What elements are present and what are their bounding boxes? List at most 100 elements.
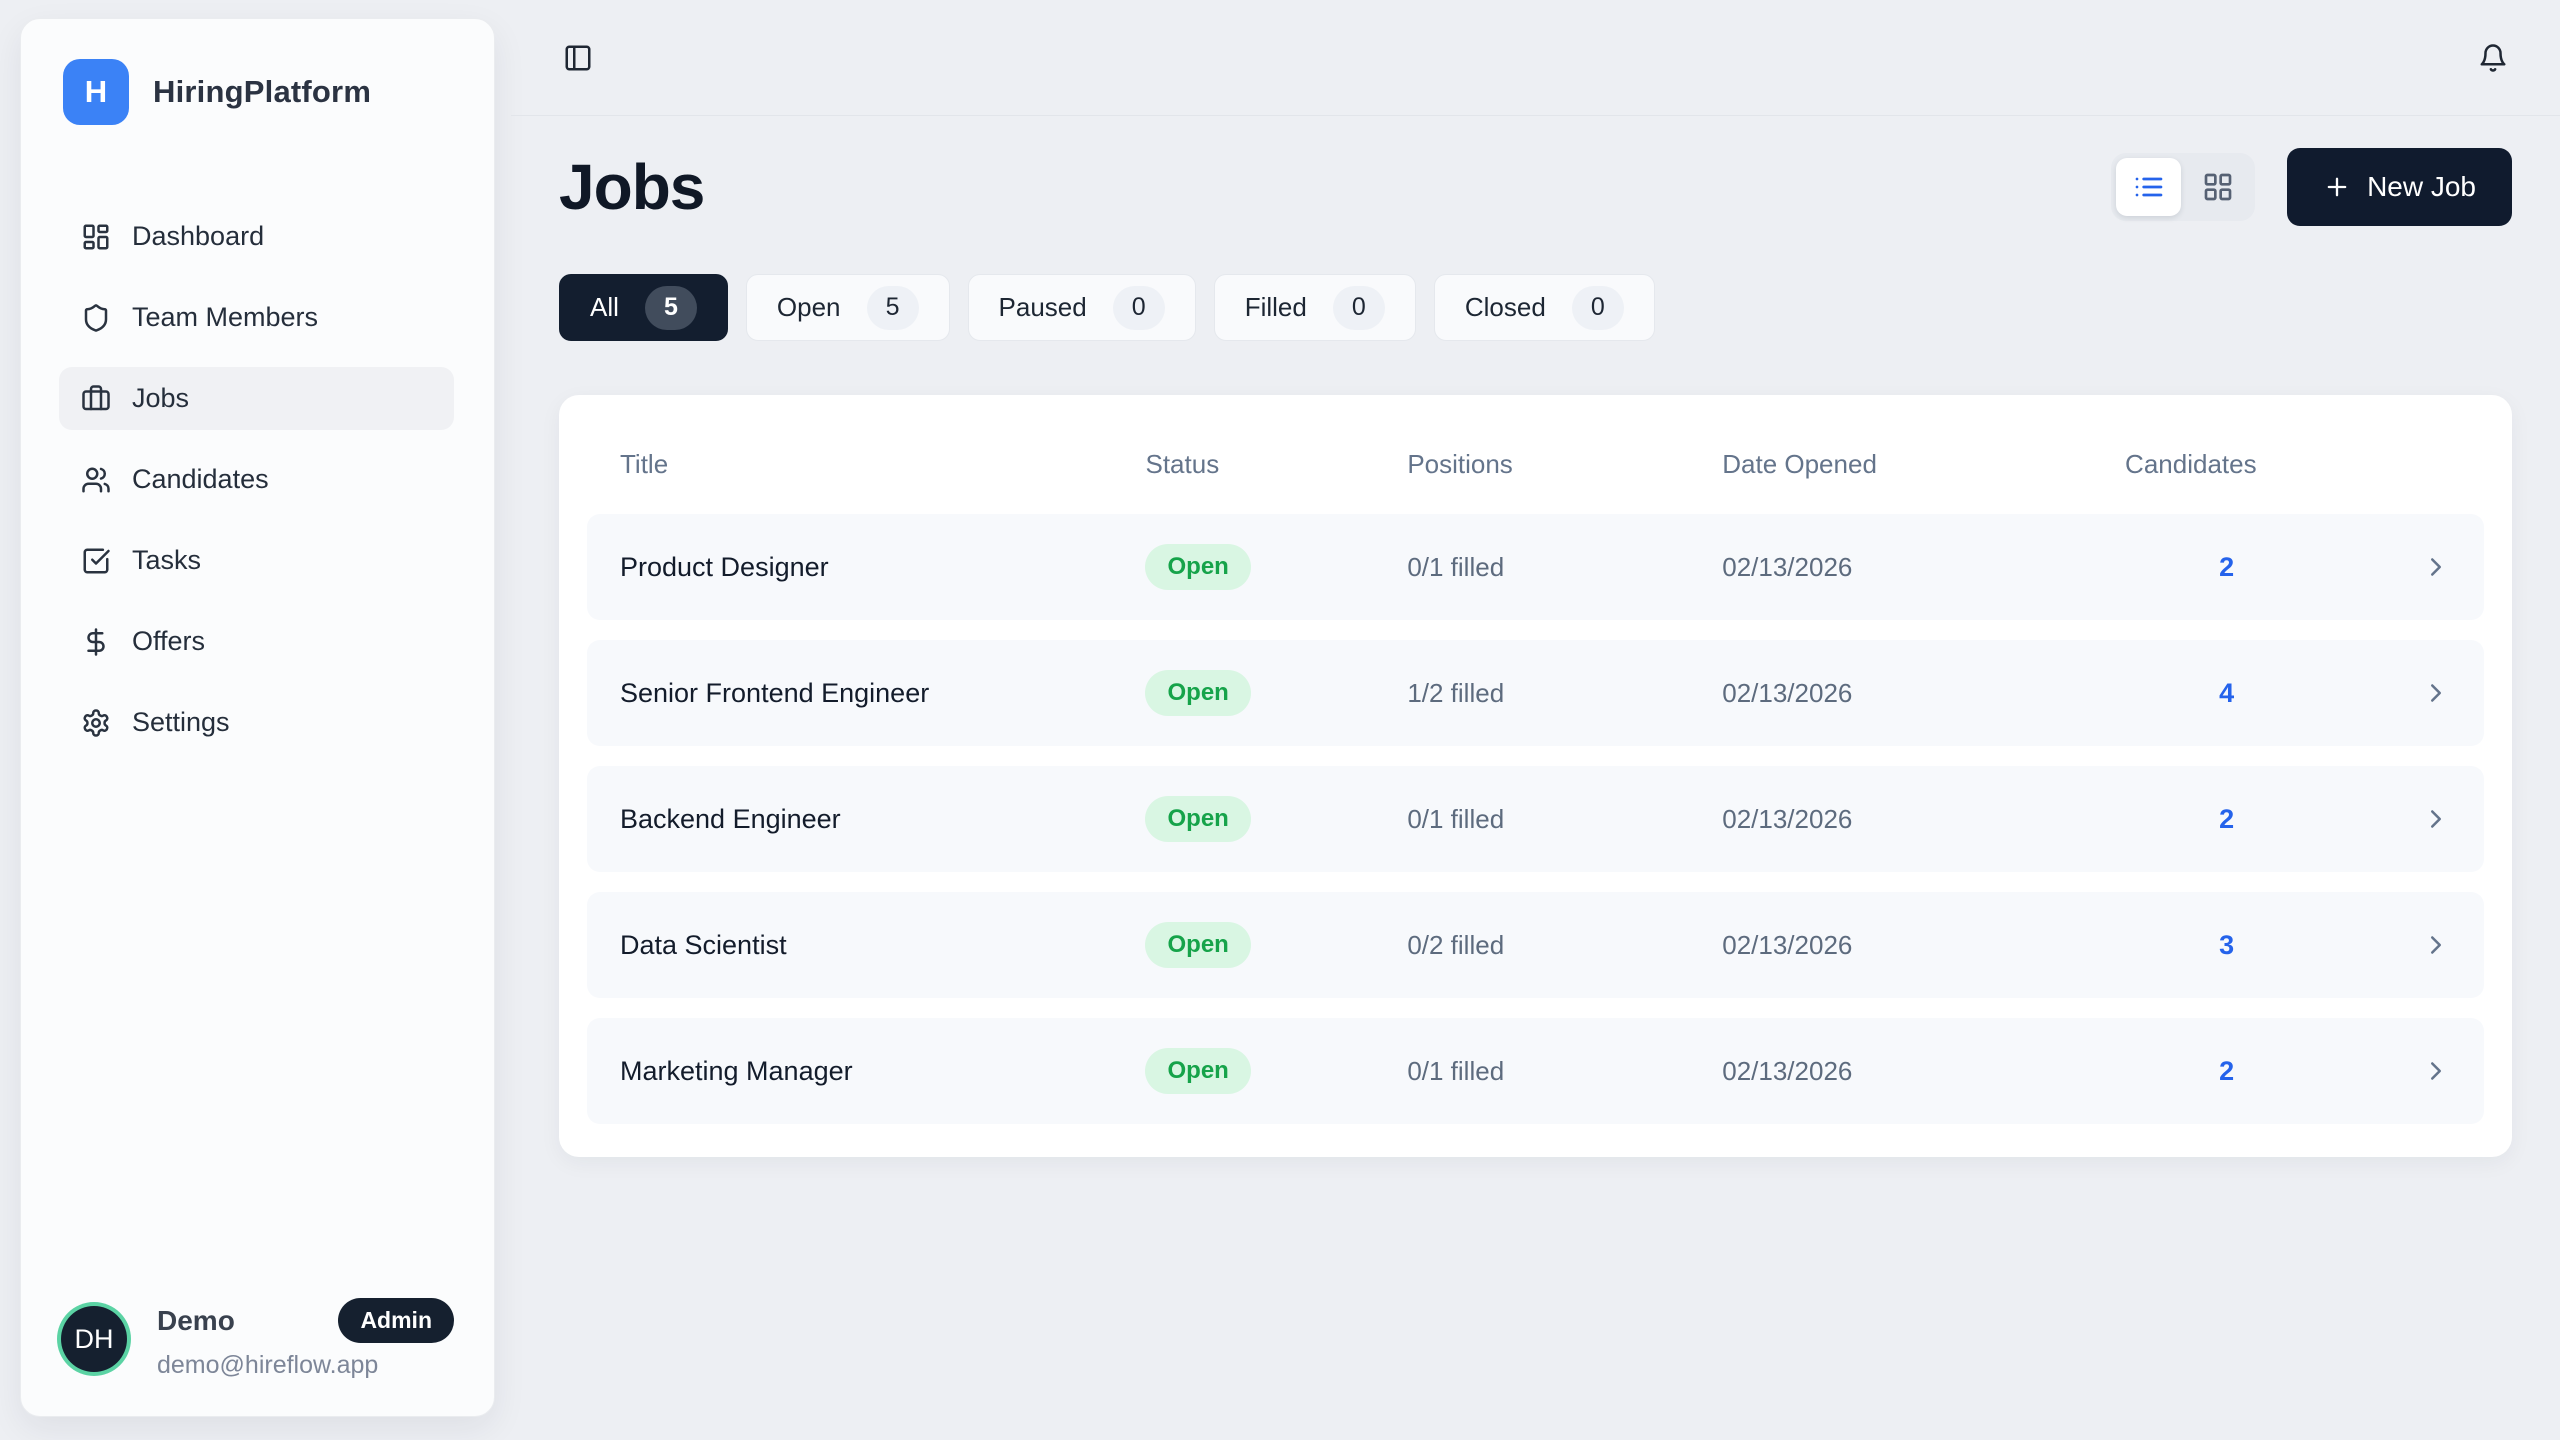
bell-icon [2478, 43, 2508, 73]
sidebar-item-label: Tasks [132, 545, 201, 576]
candidates-count[interactable]: 2 [2125, 804, 2328, 835]
table-row[interactable]: Marketing Manager Open 0/1 filled 02/13/… [587, 1018, 2484, 1124]
filter-open[interactable]: Open 5 [746, 274, 950, 341]
grid-icon [2202, 171, 2234, 203]
page-title: Jobs [559, 150, 704, 224]
date-opened-cell: 02/13/2026 [1722, 930, 2125, 961]
chevron-right-icon [2421, 678, 2451, 708]
new-job-label: New Job [2367, 171, 2476, 203]
positions-cell: 0/2 filled [1407, 930, 1722, 961]
column-header-positions: Positions [1407, 449, 1722, 480]
row-action-cell[interactable] [2328, 678, 2451, 708]
job-title: Marketing Manager [620, 1056, 1145, 1087]
dollar-icon [81, 627, 111, 657]
date-opened-cell: 02/13/2026 [1722, 804, 2125, 835]
table-row[interactable]: Product Designer Open 0/1 filled 02/13/2… [587, 514, 2484, 620]
sidebar-item-label: Jobs [132, 383, 189, 414]
sidebar-item-label: Dashboard [132, 221, 264, 252]
status-cell: Open [1145, 922, 1407, 968]
row-action-cell[interactable] [2328, 930, 2451, 960]
gear-icon [81, 708, 111, 738]
briefcase-icon [81, 384, 111, 414]
user-profile[interactable]: DH Demo Admin demo@hireflow.app [59, 1298, 454, 1380]
avatar: DH [61, 1306, 127, 1372]
sidebar-item-jobs[interactable]: Jobs [59, 367, 454, 430]
status-cell: Open [1145, 670, 1407, 716]
status-cell: Open [1145, 796, 1407, 842]
positions-cell: 0/1 filled [1407, 804, 1722, 835]
sidebar-item-candidates[interactable]: Candidates [59, 448, 454, 511]
candidates-count[interactable]: 3 [2125, 930, 2328, 961]
header-actions: New Job [2111, 148, 2512, 226]
user-name: Demo [157, 1305, 308, 1337]
check-square-icon [81, 546, 111, 576]
filter-label: Filled [1245, 292, 1307, 323]
status-badge: Open [1145, 544, 1250, 590]
column-header-date-opened: Date Opened [1722, 449, 2125, 480]
jobs-table-body: Product Designer Open 0/1 filled 02/13/2… [587, 514, 2484, 1124]
users-icon [81, 465, 111, 495]
sidebar-item-team-members[interactable]: Team Members [59, 286, 454, 349]
filter-closed[interactable]: Closed 0 [1434, 274, 1655, 341]
filter-label: All [590, 292, 619, 323]
sidebar-item-tasks[interactable]: Tasks [59, 529, 454, 592]
positions-cell: 1/2 filled [1407, 678, 1722, 709]
candidates-count[interactable]: 2 [2125, 1056, 2328, 1087]
job-title: Product Designer [620, 552, 1145, 583]
chevron-right-icon [2421, 552, 2451, 582]
table-row[interactable]: Backend Engineer Open 0/1 filled 02/13/2… [587, 766, 2484, 872]
filter-label: Closed [1465, 292, 1546, 323]
chevron-right-icon [2421, 804, 2451, 834]
sidebar-item-label: Settings [132, 707, 230, 738]
table-row[interactable]: Data Scientist Open 0/2 filled 02/13/202… [587, 892, 2484, 998]
filter-filled[interactable]: Filled 0 [1214, 274, 1416, 341]
list-view-button[interactable] [2116, 158, 2181, 216]
column-header-candidates: Candidates [2125, 449, 2328, 480]
new-job-button[interactable]: New Job [2287, 148, 2512, 226]
plus-icon [2323, 173, 2351, 201]
sidebar-item-dashboard[interactable]: Dashboard [59, 205, 454, 268]
panel-left-icon [563, 43, 593, 73]
page-header: Jobs [559, 148, 2512, 226]
filter-paused[interactable]: Paused 0 [968, 274, 1196, 341]
job-title: Senior Frontend Engineer [620, 678, 1145, 709]
date-opened-cell: 02/13/2026 [1722, 552, 2125, 583]
positions-cell: 0/1 filled [1407, 552, 1722, 583]
sidebar-item-label: Team Members [132, 302, 318, 333]
shield-icon [81, 303, 111, 333]
sidebar-nav: Dashboard Team Members Jobs Candidates T… [59, 205, 454, 754]
filter-all[interactable]: All 5 [559, 274, 728, 341]
status-badge: Open [1145, 1048, 1250, 1094]
content: Jobs [511, 148, 2560, 1157]
table-row[interactable]: Senior Frontend Engineer Open 1/2 filled… [587, 640, 2484, 746]
status-filters: All 5 Open 5 Paused 0 Filled 0 Closed 0 [559, 274, 2512, 341]
jobs-table-card: Title Status Positions Date Opened Candi… [559, 395, 2512, 1157]
chevron-right-icon [2421, 930, 2451, 960]
positions-cell: 0/1 filled [1407, 1056, 1722, 1087]
status-cell: Open [1145, 1048, 1407, 1094]
candidates-count[interactable]: 4 [2125, 678, 2328, 709]
filter-count: 5 [867, 286, 919, 330]
sidebar-toggle-button[interactable] [557, 37, 599, 79]
topbar [511, 0, 2560, 116]
list-icon [2133, 171, 2165, 203]
grid-view-button[interactable] [2185, 158, 2250, 216]
dashboard-icon [81, 222, 111, 252]
job-title: Backend Engineer [620, 804, 1145, 835]
job-title: Data Scientist [620, 930, 1145, 961]
row-action-cell[interactable] [2328, 804, 2451, 834]
sidebar-item-offers[interactable]: Offers [59, 610, 454, 673]
sidebar-item-label: Candidates [132, 464, 269, 495]
row-action-cell[interactable] [2328, 1056, 2451, 1086]
filter-count: 0 [1572, 286, 1624, 330]
sidebar-item-settings[interactable]: Settings [59, 691, 454, 754]
status-cell: Open [1145, 544, 1407, 590]
candidates-count[interactable]: 2 [2125, 552, 2328, 583]
row-action-cell[interactable] [2328, 552, 2451, 582]
notifications-button[interactable] [2472, 37, 2514, 79]
filter-count: 0 [1333, 286, 1385, 330]
role-badge: Admin [338, 1298, 454, 1343]
main-area: Jobs [511, 0, 2560, 1440]
sidebar-item-label: Offers [132, 626, 205, 657]
status-badge: Open [1145, 796, 1250, 842]
